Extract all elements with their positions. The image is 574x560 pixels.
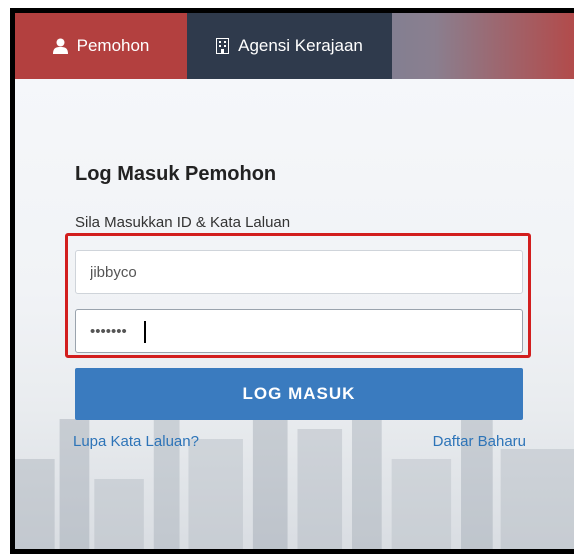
register-link[interactable]: Daftar Baharu xyxy=(433,433,526,450)
user-icon xyxy=(52,38,68,54)
forgot-password-link[interactable]: Lupa Kata Laluan? xyxy=(73,433,199,450)
username-input[interactable] xyxy=(75,250,523,294)
page-title: Log Masuk Pemohon xyxy=(75,163,277,185)
tab-pemohon[interactable]: Pemohon xyxy=(15,13,187,79)
tab-agensi-label: Agensi Kerajaan xyxy=(238,36,363,55)
login-panel: Pemohon Agensi Kerajaan Log Masuk Pemoho… xyxy=(10,8,574,554)
text-cursor xyxy=(144,321,146,343)
login-instruction: Sila Masukkan ID & Kata Laluan xyxy=(75,214,291,231)
tab-bar: Pemohon Agensi Kerajaan xyxy=(15,13,574,79)
tab-agensi-kerajaan[interactable]: Agensi Kerajaan xyxy=(187,13,392,79)
login-button[interactable]: LOG MASUK xyxy=(75,368,523,420)
tab-pemohon-label: Pemohon xyxy=(76,36,150,55)
password-input[interactable] xyxy=(75,309,523,353)
building-icon xyxy=(216,38,230,54)
